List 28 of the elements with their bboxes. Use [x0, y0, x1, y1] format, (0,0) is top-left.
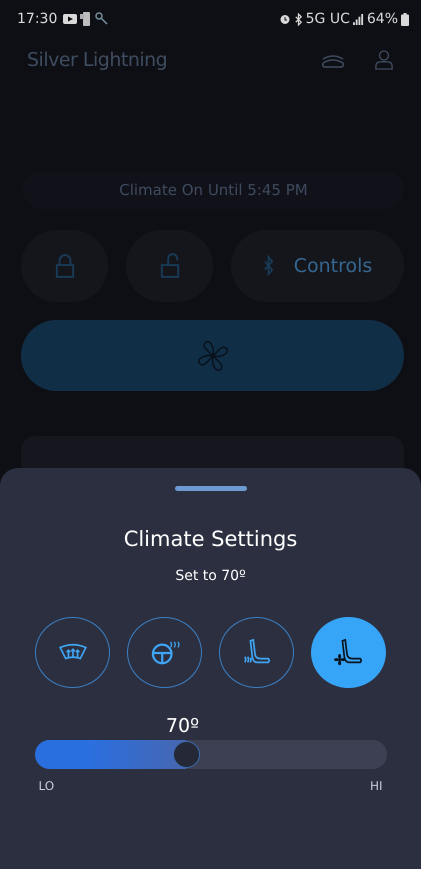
- controls-button[interactable]: Controls: [231, 230, 404, 302]
- climate-option-button[interactable]: [219, 617, 294, 688]
- sheet-subtitle: Set to 70º: [175, 568, 246, 584]
- unlocked-lock-icon: [160, 253, 180, 279]
- status-time: 17:30: [17, 11, 58, 27]
- battery-icon: [401, 12, 409, 26]
- network-label: 5G UC: [306, 11, 350, 27]
- vehicle-name: Silver Lightning: [27, 49, 168, 71]
- sheet-title: Climate Settings: [124, 527, 298, 551]
- temperature-slider[interactable]: [34, 740, 386, 769]
- ventilated-seat-icon: [334, 638, 364, 668]
- battery-percent: 64%: [366, 11, 398, 27]
- bluetooth-icon: [294, 12, 303, 26]
- max-label: HI: [370, 779, 382, 793]
- climate-option-button[interactable]: [35, 617, 110, 688]
- temperature-reading: 70º: [164, 715, 200, 737]
- min-label: LO: [38, 779, 54, 793]
- profile-icon[interactable]: [375, 50, 393, 70]
- video-icon: [63, 14, 78, 24]
- phone-icon: [80, 12, 92, 26]
- bluetooth-icon: [262, 253, 274, 279]
- climate-option-button[interactable]: [127, 617, 202, 688]
- signal-icon: [352, 14, 364, 24]
- alarm-icon: [278, 13, 291, 25]
- lock-icon: [54, 253, 74, 279]
- heated-steering-wheel-icon: [150, 640, 180, 666]
- climate-status-banner: Climate On Until 5:45 PM: [23, 171, 404, 209]
- drag-handle[interactable]: [174, 486, 246, 491]
